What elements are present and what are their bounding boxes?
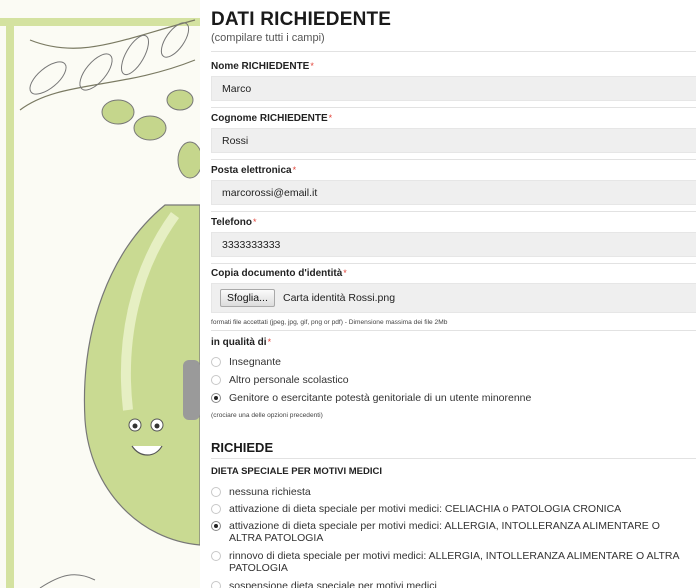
radio-label: nessuna richiesta (229, 486, 311, 498)
required-mark: * (328, 113, 333, 123)
page-title: DATI RICHIEDENTE (211, 9, 392, 30)
requester-form: DATI RICHIEDENTE (compilare tutti i camp… (200, 0, 696, 588)
radio-button[interactable] (211, 551, 221, 561)
nome-input[interactable]: Marco (211, 76, 696, 101)
radio-label: Genitore o esercitante potestà genitoria… (229, 392, 532, 404)
decorative-illustration (0, 0, 200, 588)
radio-button[interactable] (211, 504, 221, 514)
telefono-label: Telefono* (211, 217, 257, 228)
page-subtitle: (compilare tutti i campi) (211, 32, 325, 44)
qualita-label: in qualità di* (211, 337, 272, 348)
required-mark: * (343, 268, 347, 278)
telefono-input[interactable]: 3333333333 (211, 232, 696, 257)
email-input[interactable]: marcorossi@email.it (211, 180, 696, 205)
radio-button[interactable] (211, 487, 221, 497)
file-format-hint: formati file accettati (jpeg, jpg, gif, … (211, 319, 448, 326)
browse-button[interactable]: Sfoglia... (220, 289, 275, 307)
required-mark: * (267, 337, 272, 347)
qualita-hint: (crociare una delle opzioni precedenti) (211, 412, 323, 419)
required-mark: * (292, 165, 297, 175)
radio-label: attivazione di dieta speciale per motivi… (229, 503, 622, 515)
file-upload-field: Sfoglia... Carta identità Rossi.png (211, 283, 696, 313)
divider (211, 107, 696, 108)
radio-button[interactable] (211, 357, 221, 367)
radio-label: sospensione dieta speciale per motivi me… (229, 580, 437, 588)
radio-label: Insegnante (229, 356, 281, 368)
divider (211, 263, 696, 264)
radio-label: Altro personale scolastico (229, 374, 349, 386)
divider (211, 159, 696, 160)
dieta-group-label: DIETA SPECIALE PER MOTIVI MEDICI (211, 466, 383, 477)
radio-button[interactable] (211, 581, 221, 588)
radio-button[interactable] (211, 375, 221, 385)
required-mark: * (252, 217, 257, 227)
required-mark: * (310, 61, 314, 71)
nome-label: Nome RICHIEDENTE* (211, 61, 314, 72)
radio-button-selected[interactable] (211, 521, 221, 531)
divider (211, 330, 696, 331)
divider (211, 211, 696, 212)
cognome-label: Cognome RICHIEDENTE* (211, 113, 333, 124)
divider (211, 51, 696, 52)
radio-label: rinnovo di dieta speciale per motivi med… (229, 550, 679, 574)
radio-button-selected[interactable] (211, 393, 221, 403)
selected-filename: Carta identità Rossi.png (283, 292, 396, 304)
documento-label: Copia documento d'identità* (211, 268, 347, 279)
divider (211, 458, 696, 459)
email-label: Posta elettronica* (211, 165, 297, 176)
cognome-input[interactable]: Rossi (211, 128, 696, 153)
radio-label: attivazione di dieta speciale per motivi… (229, 520, 660, 544)
olive-illustration-icon (0, 18, 200, 588)
section-title-richiede: RICHIEDE (211, 440, 274, 455)
